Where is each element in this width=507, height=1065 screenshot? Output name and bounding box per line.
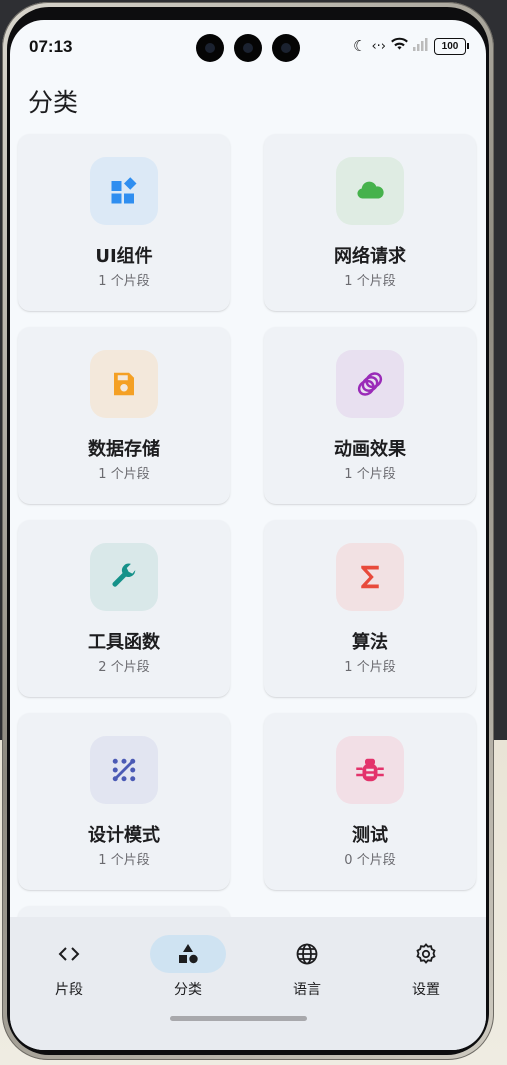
widgets-icon (111, 177, 137, 204)
category-card-design-patterns[interactable]: 设计模式 1 个片段 (18, 713, 230, 890)
page-title: 分类 (28, 88, 79, 117)
moon-icon: ☾ (353, 37, 367, 55)
category-icon-tile (90, 543, 158, 611)
category-name: 数据存储 (88, 439, 160, 460)
category-grid: UI组件 1 个片段 网络请求 1 个片段 数据存储 1 个片段 动画效果 1 … (18, 134, 478, 936)
nav-pill-active (150, 935, 226, 973)
home-indicator[interactable] (170, 1016, 307, 1021)
data-transfer-icon: ‹·› (371, 38, 386, 54)
bottom-navigation: 片段 分类 语言 设置 (10, 917, 486, 1050)
category-count: 1 个片段 (98, 467, 150, 482)
category-name: UI组件 (95, 246, 153, 267)
nav-pill (31, 935, 107, 973)
category-card-algorithms[interactable]: 算法 1 个片段 (264, 520, 476, 697)
save-icon (114, 372, 134, 396)
status-icons: ☾ ‹·› 100 (353, 37, 469, 55)
code-icon (58, 947, 80, 961)
signal-icon (413, 37, 429, 55)
nav-label: 语言 (293, 982, 321, 998)
camera-center (234, 34, 262, 62)
category-name: 设计模式 (88, 825, 160, 846)
nav-pill (388, 935, 464, 973)
category-icon-tile (336, 350, 404, 418)
wifi-icon (391, 37, 408, 55)
wrench-icon (112, 563, 136, 587)
bug-icon (356, 758, 384, 782)
pattern-icon (112, 758, 136, 782)
nav-label: 片段 (55, 982, 83, 998)
status-time: 07:13 (29, 37, 73, 56)
category-count: 1 个片段 (98, 274, 150, 289)
camera-right (272, 34, 300, 62)
sigma-icon (361, 565, 379, 589)
globe-icon (296, 943, 318, 965)
category-name: 动画效果 (334, 439, 406, 460)
category-count: 1 个片段 (344, 274, 396, 289)
category-card-storage[interactable]: 数据存储 1 个片段 (18, 327, 230, 504)
category-icon-tile (336, 736, 404, 804)
nav-item-languages[interactable]: 语言 (257, 935, 357, 999)
gear-icon (416, 943, 436, 964)
category-name: 算法 (352, 632, 388, 653)
cloud-icon (357, 181, 384, 199)
category-card-animation[interactable]: 动画效果 1 个片段 (264, 327, 476, 504)
nav-label: 分类 (174, 982, 202, 998)
category-card-network[interactable]: 网络请求 1 个片段 (264, 134, 476, 311)
category-icon-tile (90, 157, 158, 225)
nav-label: 设置 (412, 982, 440, 998)
camera-left (196, 34, 224, 62)
category-count: 1 个片段 (98, 853, 150, 868)
category-icon (179, 944, 198, 964)
category-name: 网络请求 (334, 246, 406, 267)
nav-pill (269, 935, 345, 973)
category-icon-tile (336, 543, 404, 611)
category-count: 2 个片段 (98, 660, 150, 675)
category-name: 测试 (352, 825, 388, 846)
category-card-ui-components[interactable]: UI组件 1 个片段 (18, 134, 230, 311)
rings-icon (357, 372, 383, 396)
category-card-testing[interactable]: 测试 0 个片段 (264, 713, 476, 890)
nav-item-categories[interactable]: 分类 (138, 935, 238, 999)
category-name: 工具函数 (88, 632, 160, 653)
category-icon-tile (90, 736, 158, 804)
category-icon-tile (90, 350, 158, 418)
category-count: 1 个片段 (344, 660, 396, 675)
category-count: 0 个片段 (344, 853, 396, 868)
app-screen: 07:13 ☾ ‹·› 100 分类 UI组件 1 个片段 网络请求 1 个片段… (10, 20, 486, 1050)
category-card-utilities[interactable]: 工具函数 2 个片段 (18, 520, 230, 697)
category-count: 1 个片段 (344, 467, 396, 482)
nav-item-snippets[interactable]: 片段 (19, 935, 119, 999)
battery-indicator: 100 (434, 37, 469, 55)
status-bar: 07:13 ☾ ‹·› 100 (10, 20, 486, 76)
category-icon-tile (336, 157, 404, 225)
nav-item-settings[interactable]: 设置 (376, 935, 476, 999)
